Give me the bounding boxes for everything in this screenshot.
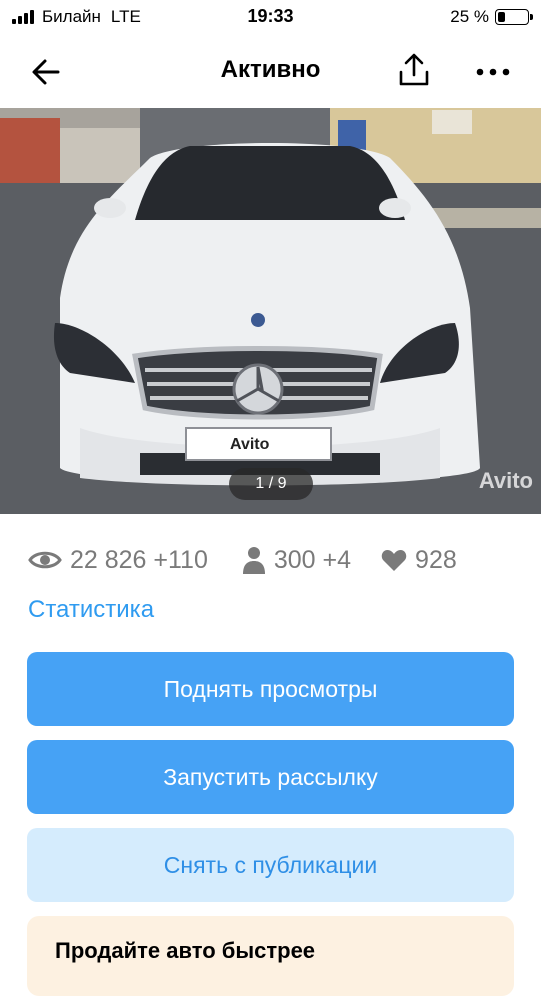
- status-right: 25 %: [450, 7, 533, 27]
- raise-views-button[interactable]: Поднять просмотры: [27, 652, 514, 726]
- more-icon: [476, 68, 510, 76]
- page-title: Активно: [220, 56, 321, 83]
- car-image: [0, 108, 541, 514]
- listing-photo[interactable]: Avito: [0, 108, 541, 514]
- plate-logo: Avito: [230, 436, 270, 453]
- promo-title: Продайте авто быстрее: [55, 938, 316, 963]
- promo-card[interactable]: Продайте авто быстрее: [27, 916, 514, 996]
- start-mailing-button[interactable]: Запустить рассылку: [27, 740, 514, 814]
- share-button[interactable]: [396, 52, 432, 88]
- battery-icon: [495, 9, 533, 25]
- heart-icon: [381, 550, 407, 571]
- favorites-count: 928: [415, 545, 457, 574]
- views-count: 22 826 +110: [70, 545, 208, 574]
- contacts-count: 300 +4: [273, 545, 352, 574]
- nav-bar: Активно: [0, 36, 541, 108]
- status-bar: Билайн LTE 19:33 25 %: [0, 0, 541, 36]
- listing-stats: 22 826 +110 300 +4 928: [28, 540, 457, 580]
- contacts-stat: 300 +4: [242, 546, 351, 575]
- avito-watermark: Avito: [478, 468, 533, 493]
- share-icon: [399, 53, 429, 86]
- favorites-stat: 928: [381, 546, 457, 575]
- views-stat: 22 826 +110: [28, 546, 208, 575]
- eye-icon: [28, 551, 62, 569]
- battery-fill: [498, 12, 505, 22]
- battery-percent: 25 %: [450, 7, 489, 26]
- more-button[interactable]: [474, 54, 514, 90]
- statistics-link[interactable]: Статистика: [28, 596, 154, 624]
- person-icon: [242, 547, 265, 574]
- unpublish-button[interactable]: Снять с публикации: [27, 828, 514, 902]
- photo-counter: 1 / 9: [229, 468, 313, 500]
